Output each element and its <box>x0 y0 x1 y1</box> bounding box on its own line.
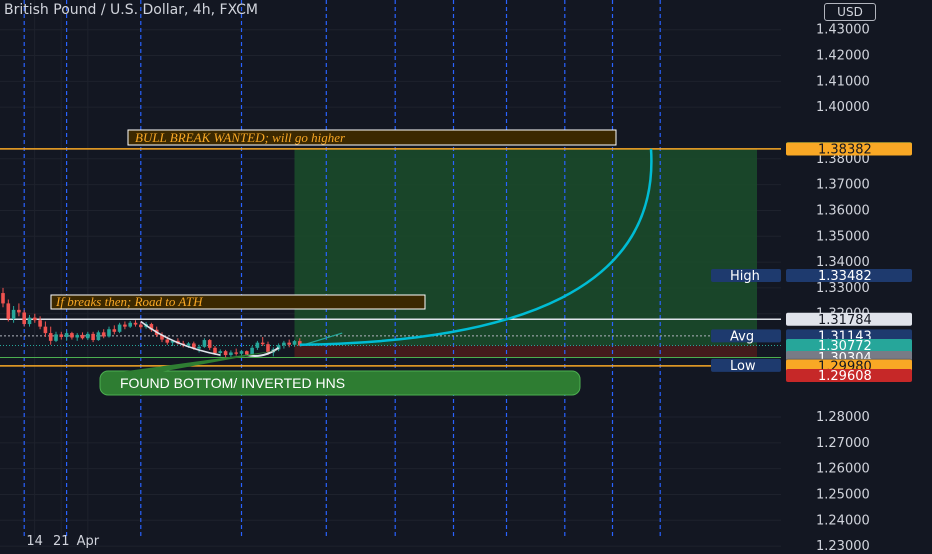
candle-body[interactable] <box>22 312 26 325</box>
candle-body[interactable] <box>6 303 11 319</box>
badge-white-text: 1.31784 <box>818 313 872 328</box>
y-tick-label: 1.24000 <box>816 513 870 528</box>
candle-body[interactable] <box>234 352 238 354</box>
badge-top-orange-text: 1.38382 <box>818 142 872 157</box>
y-tick-label: 1.43000 <box>816 23 870 38</box>
candle-body[interactable] <box>245 351 249 355</box>
candle-body[interactable] <box>11 309 16 319</box>
y-tick-label: 1.27000 <box>816 436 870 451</box>
candle-body[interactable] <box>282 342 286 346</box>
candle-body[interactable] <box>250 347 254 355</box>
candle-body[interactable] <box>107 329 111 337</box>
road-ath-label: If breaks then; Road to ATH <box>55 294 203 309</box>
x-tick-label: 14 <box>26 534 43 549</box>
candle-body[interactable] <box>70 333 74 338</box>
y-tick-label: 1.25000 <box>816 487 870 502</box>
symbol-title[interactable]: British Pound / U.S. Dollar, 4h, FXCM <box>4 2 258 18</box>
y-tick-label: 1.28000 <box>816 410 870 425</box>
candle-body[interactable] <box>48 333 53 341</box>
low-label: Low <box>730 359 756 374</box>
candle-body[interactable] <box>27 317 32 325</box>
candle-body[interactable] <box>96 332 101 341</box>
y-tick-label: 1.26000 <box>816 462 870 477</box>
x-tick-label: Apr <box>77 534 100 549</box>
candle-body[interactable] <box>101 332 106 337</box>
candle-body[interactable] <box>112 329 117 332</box>
candle-body[interactable] <box>54 334 58 341</box>
badge-high-text: 1.33482 <box>818 269 872 284</box>
candle-body[interactable] <box>165 339 170 343</box>
high-label: High <box>730 269 760 284</box>
bull-break-label: BULL BREAK WANTED; will go higher <box>135 130 346 145</box>
candle-body[interactable] <box>59 334 64 337</box>
y-tick-label: 1.37000 <box>816 178 870 193</box>
badge-red-text: 1.29608 <box>818 369 872 384</box>
candle-body[interactable] <box>266 344 270 353</box>
candle-body[interactable] <box>43 326 48 334</box>
candle-body[interactable] <box>128 322 132 327</box>
price-chart[interactable]: BULL BREAK WANTED; will go higher If brea… <box>0 0 932 554</box>
x-tick-label: 21 <box>53 534 70 549</box>
target-zone[interactable] <box>294 148 758 346</box>
y-tick-label: 1.42000 <box>816 49 870 64</box>
y-tick-label: 1.41000 <box>816 74 870 89</box>
candle-body[interactable] <box>218 351 223 353</box>
avg-label: Avg <box>730 329 754 344</box>
candle-body[interactable] <box>229 352 233 356</box>
candle-body[interactable] <box>223 351 228 356</box>
currency-selector[interactable]: USD <box>824 3 876 21</box>
y-tick-label: 1.23000 <box>816 539 870 550</box>
candle-body[interactable] <box>80 334 85 339</box>
candle-body[interactable] <box>17 309 21 313</box>
candle-body[interactable] <box>123 324 127 327</box>
stop-zone[interactable] <box>294 345 758 358</box>
candle-body[interactable] <box>239 351 244 354</box>
candle-body[interactable] <box>117 324 122 332</box>
candle-body[interactable] <box>86 333 90 339</box>
candle-body[interactable] <box>287 342 291 345</box>
candle-body[interactable] <box>1 293 5 304</box>
y-tick-label: 1.36000 <box>816 203 870 218</box>
candle-body[interactable] <box>197 346 201 349</box>
candle-body[interactable] <box>255 342 260 348</box>
candle-body[interactable] <box>91 333 95 341</box>
candle-body[interactable] <box>186 343 191 346</box>
candle-body[interactable] <box>75 334 79 338</box>
candle-body[interactable] <box>213 347 217 353</box>
candle-body[interactable] <box>38 320 42 327</box>
y-tick-label: 1.34000 <box>816 255 870 270</box>
candle-body[interactable] <box>207 340 212 348</box>
chart-root[interactable]: BULL BREAK WANTED; will go higher If brea… <box>0 0 932 554</box>
candle-body[interactable] <box>33 317 37 321</box>
candle-body[interactable] <box>133 322 138 325</box>
y-tick-label: 1.40000 <box>816 100 870 115</box>
candle-body[interactable] <box>260 342 265 345</box>
candle-body[interactable] <box>64 333 69 337</box>
y-tick-label: 1.35000 <box>816 229 870 244</box>
candle-body[interactable] <box>139 324 143 328</box>
found-bottom-label: FOUND BOTTOM/ INVERTED HNS <box>120 375 345 391</box>
candle-body[interactable] <box>292 341 297 345</box>
candle-body[interactable] <box>202 340 207 347</box>
